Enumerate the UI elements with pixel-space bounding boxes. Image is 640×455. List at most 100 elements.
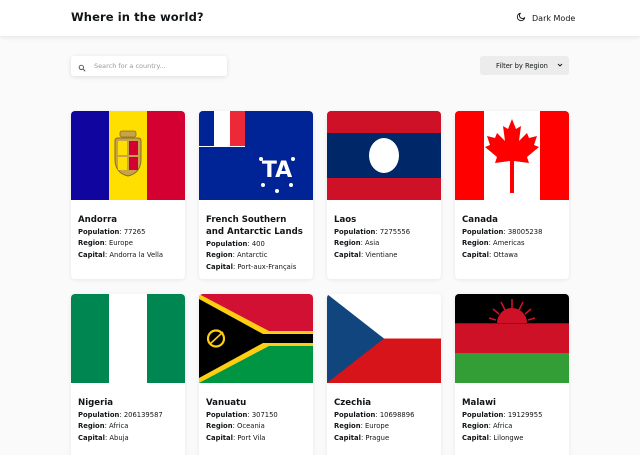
population-line: Population: 307150 (206, 411, 278, 419)
region-value: Antarctic (237, 251, 268, 260)
capital-value: Vientiane (365, 250, 398, 259)
country-card-vanuatu[interactable]: Vanuatu Population: 307150 Region: Ocean… (199, 294, 313, 455)
capital-label: Capital (206, 433, 233, 442)
capital-label: Capital (78, 433, 105, 442)
population-line: Population: 19129955 (462, 411, 543, 419)
french-southern-lands-flag-image: TA (199, 111, 313, 200)
capital-value: Andorra la Vella (109, 250, 164, 259)
region-label: Region (334, 422, 361, 431)
laos-flag-image (327, 111, 441, 200)
region-line: Region: Europe (78, 239, 133, 248)
population-line: Population: 10698896 (334, 411, 415, 419)
capital-label: Capital (78, 250, 105, 259)
country-card-andorra[interactable]: Andorra Population: 77265 Region: Europe… (71, 111, 185, 279)
top-header: Where in the world? Dark Mode (0, 0, 640, 36)
region-value: Europe (365, 422, 389, 431)
country-card-czechia[interactable]: Czechia Population: 10698896 Region: Eur… (327, 294, 441, 455)
capital-value: Abuja (109, 433, 129, 442)
capital-value: Port-aux-Français (237, 262, 297, 271)
canada-flag-image (455, 111, 569, 200)
population-line: Population: 38005238 (462, 228, 543, 236)
capital-label: Capital (334, 433, 361, 442)
capital-label: Capital (206, 262, 233, 271)
capital-value: Port Vila (237, 433, 266, 442)
region-value: Americas (493, 239, 525, 248)
capital-line: Capital: Port-aux-Français (206, 262, 297, 271)
population-label: Population (334, 411, 376, 419)
region-line: Region: Asia (334, 239, 380, 248)
country-card-canada[interactable]: Canada Population: 38005238 Region: Amer… (455, 111, 569, 279)
country-name: Czechia (334, 398, 372, 408)
population-label: Population (78, 228, 120, 236)
population-value: 38005238 (507, 228, 543, 236)
malawi-flag-image (455, 294, 569, 383)
country-card-nigeria[interactable]: Nigeria Population: 206139587 Region: Af… (71, 294, 185, 455)
region-value: Asia (365, 239, 380, 248)
region-label: Region (206, 422, 233, 431)
region-line: Region: Oceania (206, 422, 265, 431)
population-value: 19129955 (507, 411, 543, 419)
region-label: Region (334, 239, 361, 248)
population-label: Population (78, 411, 120, 419)
population-label: Population (462, 411, 504, 419)
capital-value: Lilongwe (493, 433, 524, 442)
country-name: Vanuatu (206, 398, 247, 408)
country-name: Laos (334, 215, 357, 225)
country-name: Canada (462, 215, 498, 225)
population-value: 400 (251, 240, 265, 248)
population-value: 77265 (123, 228, 146, 236)
region-value: Oceania (237, 422, 265, 431)
country-name: French Southern and Antarctic Lands (206, 215, 303, 237)
capital-line: Capital: Abuja (78, 433, 129, 442)
capital-line: Capital: Prague (334, 433, 390, 442)
capital-line: Capital: Port Vila (206, 433, 266, 442)
app-title: Where in the world? (71, 10, 204, 24)
population-line: Population: 400 (206, 240, 265, 248)
filter-label: Filter by Region (496, 61, 548, 70)
country-name: Andorra (78, 215, 118, 225)
population-label: Population (206, 240, 248, 248)
capital-value: Prague (365, 433, 390, 442)
country-card-laos[interactable]: Laos Population: 7275556 Region: Asia Ca… (327, 111, 441, 279)
region-line: Region: Africa (462, 422, 513, 431)
capital-value: Ottawa (493, 250, 518, 259)
country-name: Malawi (462, 398, 496, 408)
capital-label: Capital (462, 250, 489, 259)
region-line: Region: Africa (78, 422, 129, 431)
chevron-down-icon (557, 62, 563, 70)
nigeria-flag-image (71, 294, 185, 383)
svg-text:TA: TA (262, 158, 292, 183)
region-value: Europe (109, 239, 133, 248)
capital-line: Capital: Ottawa (462, 250, 518, 259)
region-filter-select[interactable]: Filter by Region (480, 56, 569, 75)
population-label: Population (206, 411, 248, 419)
population-line: Population: 77265 (78, 228, 146, 236)
region-label: Region (206, 251, 233, 260)
vanuatu-flag-image (199, 294, 313, 383)
population-line: Population: 7275556 (334, 228, 411, 236)
moon-icon (516, 12, 526, 24)
region-value: Africa (109, 422, 129, 431)
capital-line: Capital: Lilongwe (462, 433, 524, 442)
dark-mode-toggle[interactable]: Dark Mode (516, 11, 575, 25)
andorra-flag-image (71, 111, 185, 200)
region-label: Region (462, 422, 489, 431)
region-label: Region (78, 422, 105, 431)
region-label: Region (462, 239, 489, 248)
search-icon (78, 57, 86, 76)
country-card-malawi[interactable]: Malawi Population: 19129955 Region: Afri… (455, 294, 569, 455)
region-value: Africa (493, 422, 513, 431)
region-label: Region (78, 239, 105, 248)
dark-mode-label: Dark Mode (532, 13, 576, 23)
capital-label: Capital (334, 250, 361, 259)
population-label: Population (462, 228, 504, 236)
search-box[interactable] (71, 56, 227, 76)
population-value: 206139587 (123, 411, 163, 419)
population-value: 307150 (251, 411, 278, 419)
population-value: 7275556 (379, 228, 411, 236)
capital-line: Capital: Andorra la Vella (78, 250, 164, 259)
population-line: Population: 206139587 (78, 411, 163, 419)
czechia-flag-image (327, 294, 441, 383)
search-input[interactable] (94, 62, 214, 70)
country-card-french-southern-lands[interactable]: TA French Southern and Antarctic Lands P… (199, 111, 313, 279)
